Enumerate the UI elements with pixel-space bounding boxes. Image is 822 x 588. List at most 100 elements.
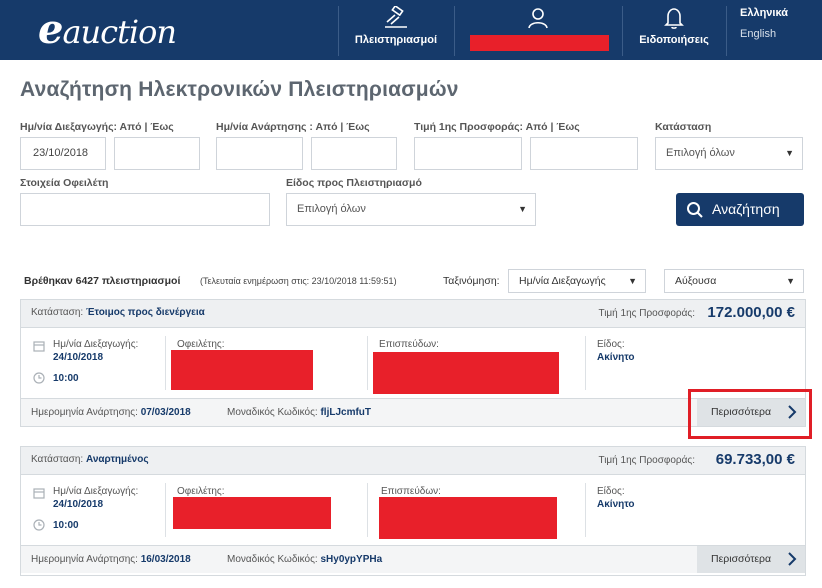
kind-label: Είδος: bbox=[597, 339, 625, 350]
date-label: Ημ/νία Διεξαγωγής: bbox=[53, 486, 139, 497]
card-header: Κατάσταση: Αναρτημένος Τιμή 1ης Προσφορά… bbox=[21, 447, 805, 475]
posting-date-to-input[interactable] bbox=[311, 137, 397, 170]
auction-date-from-input[interactable]: 23/10/2018 bbox=[20, 137, 106, 170]
posting-date-value: 07/03/2018 bbox=[140, 407, 191, 418]
status-value: Έτοιμος προς διενέργεια bbox=[85, 307, 205, 318]
card-footer: Ημερομηνία Ανάρτησης: 16/03/2018 Μοναδικ… bbox=[21, 545, 805, 573]
nav-auctions[interactable]: Πλειστηριασμοί bbox=[340, 0, 452, 60]
status-label: Κατάσταση: bbox=[31, 454, 84, 465]
calendar-icon bbox=[33, 341, 45, 352]
auction-date: 24/10/2018 bbox=[53, 352, 104, 363]
unique-code: Μοναδικός Κωδικός: sHy0ypYPHa bbox=[227, 554, 382, 565]
price-to-input[interactable] bbox=[530, 137, 638, 170]
price-label: Τιμή 1ης Προσφοράς: bbox=[598, 455, 695, 466]
auction-time: 10:00 bbox=[53, 520, 79, 531]
nav-divider bbox=[622, 6, 623, 56]
status-value: Αναρτημένος bbox=[85, 454, 149, 465]
auction-date-to-input[interactable] bbox=[114, 137, 200, 170]
card-body: Ημ/νία Διεξαγωγής: 24/10/2018 10:00 Οφει… bbox=[21, 475, 805, 545]
debtor-label: Οφειλέτης: bbox=[177, 486, 225, 497]
unique-code: Μοναδικός Κωδικός: fljLJcmfuT bbox=[227, 407, 371, 418]
auction-date-label: Ημ/νία Διεξαγωγής: Από | Έως bbox=[20, 121, 174, 133]
type-select[interactable]: Επιλογή όλων ▼ bbox=[286, 193, 536, 226]
caret-down-icon: ▼ bbox=[518, 204, 527, 214]
caret-down-icon: ▼ bbox=[786, 276, 795, 286]
card-status: Κατάσταση: Έτοιμος προς διενέργεια bbox=[31, 307, 205, 318]
auction-card: Κατάσταση: Αναρτημένος Τιμή 1ης Προσφορά… bbox=[20, 446, 806, 576]
posting-label: Ημερομηνία Ανάρτησης: bbox=[31, 554, 138, 565]
nav-notifications[interactable]: Ειδοποιήσεις bbox=[624, 0, 724, 60]
lang-english[interactable]: English bbox=[740, 28, 776, 40]
status-select-value: Επιλογή όλων bbox=[666, 147, 735, 159]
nav-user-account[interactable] bbox=[456, 0, 620, 60]
card-status: Κατάσταση: Αναρτημένος bbox=[31, 454, 149, 465]
logo-text: auction bbox=[62, 13, 177, 51]
kind-value: Ακίνητο bbox=[597, 499, 635, 510]
caret-down-icon: ▼ bbox=[785, 148, 794, 158]
chevron-right-icon bbox=[788, 552, 797, 566]
nav-auctions-label: Πλειστηριασμοί bbox=[354, 34, 438, 46]
user-icon bbox=[528, 8, 548, 29]
status-label: Κατάσταση bbox=[655, 121, 712, 133]
column-divider bbox=[585, 336, 586, 390]
caret-down-icon: ▼ bbox=[628, 276, 637, 286]
posting-label: Ημερομηνία Ανάρτησης: bbox=[31, 407, 138, 418]
sort-field-select[interactable]: Ημ/νία Διεξαγωγής ▼ bbox=[508, 269, 646, 293]
price-from-input[interactable] bbox=[414, 137, 522, 170]
kind-label: Είδος: bbox=[597, 486, 625, 497]
gavel-icon bbox=[385, 6, 407, 28]
redacted-debtor bbox=[171, 350, 313, 390]
search-button-label: Αναζήτηση bbox=[712, 201, 780, 217]
search-icon bbox=[687, 202, 703, 218]
posting-date: Ημερομηνία Ανάρτησης: 07/03/2018 bbox=[31, 407, 191, 418]
sort-field-value: Ημ/νία Διεξαγωγής bbox=[519, 275, 606, 287]
search-button[interactable]: Αναζήτηση bbox=[676, 193, 804, 226]
results-count: Βρέθηκαν 6427 πλειστηριασμοί bbox=[24, 275, 181, 287]
column-divider bbox=[585, 483, 586, 537]
lang-greek[interactable]: Ελληνικά bbox=[740, 7, 788, 19]
code-label: Μοναδικός Κωδικός: bbox=[227, 554, 318, 565]
highlight-annotation-box bbox=[688, 389, 812, 439]
last-update-text: (Τελευταία ενημέρωση στις: 23/10/2018 11… bbox=[200, 276, 397, 286]
redacted-debtor bbox=[173, 497, 331, 529]
column-divider bbox=[367, 336, 368, 390]
page-title: Αναζήτηση Ηλεκτρονικών Πλειστηριασμών bbox=[20, 78, 459, 101]
posting-date-from-input[interactable] bbox=[216, 137, 303, 170]
posting-date-value: 16/03/2018 bbox=[140, 554, 191, 565]
more-button-label: Περισσότερα bbox=[711, 553, 772, 565]
card-body: Ημ/νία Διεξαγωγής: 24/10/2018 10:00 Οφει… bbox=[21, 328, 805, 398]
price-value: 69.733,00 € bbox=[715, 451, 795, 468]
date-label: Ημ/νία Διεξαγωγής: bbox=[53, 339, 139, 350]
sort-order-value: Αύξουσα bbox=[675, 275, 717, 287]
code-value: fljLJcmfuT bbox=[320, 407, 372, 418]
card-header: Κατάσταση: Έτοιμος προς διενέργεια Τιμή … bbox=[21, 300, 805, 328]
redacted-creditor bbox=[379, 497, 557, 539]
debtor-input[interactable] bbox=[20, 193, 270, 226]
creditor-label: Επισπεύδων: bbox=[381, 486, 441, 497]
logo-e: e bbox=[38, 6, 63, 53]
posting-date: Ημερομηνία Ανάρτησης: 16/03/2018 bbox=[31, 554, 191, 565]
more-button[interactable]: Περισσότερα bbox=[697, 546, 805, 573]
nav-notifications-label: Ειδοποιήσεις bbox=[639, 34, 709, 46]
calendar-icon bbox=[33, 488, 45, 499]
creditor-label: Επισπεύδων: bbox=[379, 339, 439, 350]
auction-time: 10:00 bbox=[53, 373, 79, 384]
nav-divider bbox=[338, 6, 339, 56]
column-divider bbox=[165, 483, 166, 537]
column-divider bbox=[165, 336, 166, 390]
sort-order-select[interactable]: Αύξουσα ▼ bbox=[664, 269, 804, 293]
redacted-username bbox=[470, 35, 609, 51]
clock-icon bbox=[33, 519, 45, 531]
status-select[interactable]: Επιλογή όλων ▼ bbox=[655, 137, 803, 170]
code-label: Μοναδικός Κωδικός: bbox=[227, 407, 318, 418]
status-label: Κατάσταση: bbox=[31, 307, 84, 318]
price-label: Τιμή 1ης Προσφοράς: bbox=[598, 308, 695, 319]
redacted-creditor bbox=[373, 352, 559, 394]
column-divider bbox=[367, 483, 368, 537]
nav-divider bbox=[454, 6, 455, 56]
posting-date-label: Ημ/νία Ανάρτησης : Από | Έως bbox=[216, 121, 370, 133]
sort-label: Ταξινόμηση: bbox=[443, 275, 500, 287]
eauction-logo[interactable]: eauction bbox=[38, 6, 177, 53]
auction-date: 24/10/2018 bbox=[53, 499, 104, 510]
code-value: sHy0ypYPHa bbox=[320, 554, 383, 565]
